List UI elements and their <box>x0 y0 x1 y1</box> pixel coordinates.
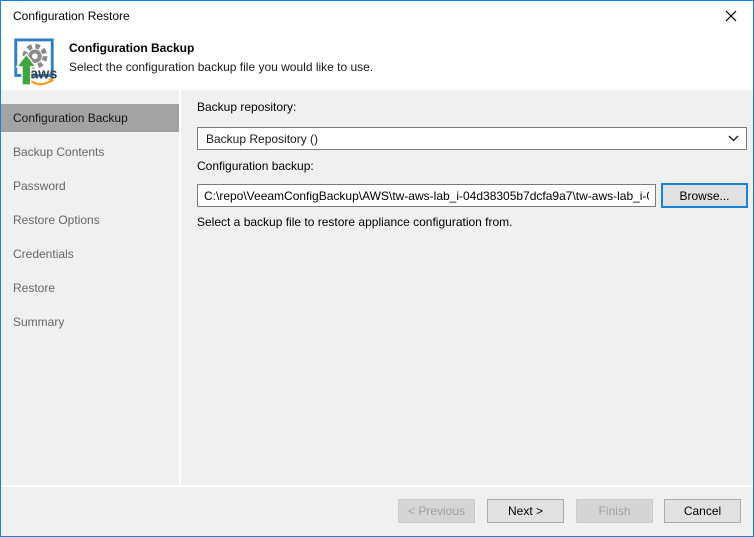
wizard-steps-sidebar: Configuration Backup Backup Contents Pas… <box>1 90 181 485</box>
chevron-down-icon <box>720 135 746 142</box>
next-button[interactable]: Next > <box>487 499 564 523</box>
backup-repository-label: Backup repository: <box>197 100 296 114</box>
sidebar-item-backup-contents[interactable]: Backup Contents <box>1 138 179 166</box>
close-icon <box>725 10 737 22</box>
sidebar-item-credentials[interactable]: Credentials <box>1 240 179 268</box>
configuration-restore-dialog: Configuration Restore aws Configuration … <box>0 0 754 537</box>
window-title: Configuration Restore <box>1 9 130 23</box>
wizard-header: aws Configuration Backup Select the conf… <box>1 31 753 90</box>
sidebar-item-summary[interactable]: Summary <box>1 308 179 336</box>
step-subtitle: Select the configuration backup file you… <box>69 60 373 74</box>
sidebar-item-configuration-backup[interactable]: Configuration Backup <box>1 104 179 132</box>
backup-repository-dropdown[interactable]: Backup Repository () <box>197 127 747 150</box>
wizard-body: Configuration Backup Backup Contents Pas… <box>1 90 753 485</box>
helper-text: Select a backup file to restore applianc… <box>197 215 513 229</box>
wizard-footer: < Previous Next > Finish Cancel <box>1 485 753 536</box>
backup-repository-value: Backup Repository () <box>198 132 720 146</box>
close-button[interactable] <box>708 1 753 30</box>
aws-config-restore-icon: aws <box>10 38 58 86</box>
sidebar-item-password[interactable]: Password <box>1 172 179 200</box>
step-title: Configuration Backup <box>69 41 194 55</box>
title-bar: Configuration Restore <box>1 1 753 31</box>
previous-button[interactable]: < Previous <box>398 499 475 523</box>
browse-button[interactable]: Browse... <box>661 183 748 208</box>
step-content: Backup repository: Backup Repository () … <box>183 90 753 485</box>
configuration-backup-label: Configuration backup: <box>197 159 314 173</box>
configuration-backup-path-input[interactable] <box>197 184 656 207</box>
sidebar-item-restore-options[interactable]: Restore Options <box>1 206 179 234</box>
cancel-button[interactable]: Cancel <box>664 499 741 523</box>
sidebar-item-restore[interactable]: Restore <box>1 274 179 302</box>
finish-button[interactable]: Finish <box>576 499 653 523</box>
